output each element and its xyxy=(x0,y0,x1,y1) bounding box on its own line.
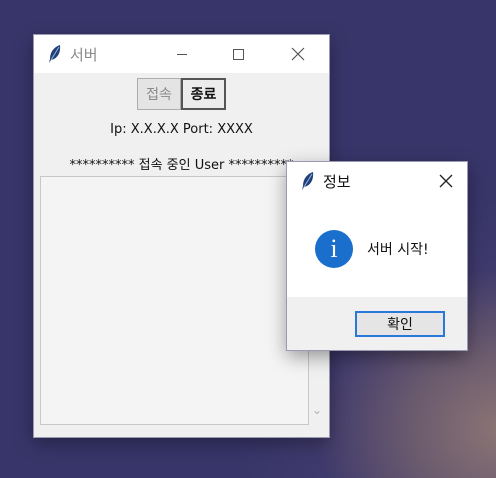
user-list-header: ********** 접속 중인 User ********** xyxy=(69,158,294,173)
close-icon[interactable] xyxy=(423,162,469,200)
connect-button[interactable]: 접속 xyxy=(137,78,181,110)
ok-button[interactable]: 확인 xyxy=(355,311,445,337)
server-titlebar[interactable]: 서버 xyxy=(34,35,329,73)
minimize-icon[interactable] xyxy=(159,35,205,73)
user-listbox[interactable] xyxy=(40,176,309,425)
server-window: 서버 접속 종료 Ip: X.X.X.X Port: XXXX ********… xyxy=(34,35,329,437)
information-icon: i xyxy=(315,230,353,268)
dialog-titlebar[interactable]: 정보 xyxy=(287,162,467,200)
dialog-message: 서버 시작! xyxy=(367,242,429,258)
dialog-title: 정보 xyxy=(323,173,351,191)
scroll-down-icon[interactable]: ⌄ xyxy=(312,403,322,417)
dialog-footer: 확인 xyxy=(287,297,467,350)
feather-icon xyxy=(49,45,61,63)
window-title: 서버 xyxy=(70,46,98,64)
info-dialog: 정보 i 서버 시작! 확인 xyxy=(287,162,467,350)
address-label: Ip: X.X.X.X Port: XXXX xyxy=(110,122,253,137)
quit-button[interactable]: 종료 xyxy=(181,78,226,110)
close-icon[interactable] xyxy=(275,35,321,73)
maximize-icon[interactable] xyxy=(215,35,261,73)
feather-icon xyxy=(302,172,314,190)
